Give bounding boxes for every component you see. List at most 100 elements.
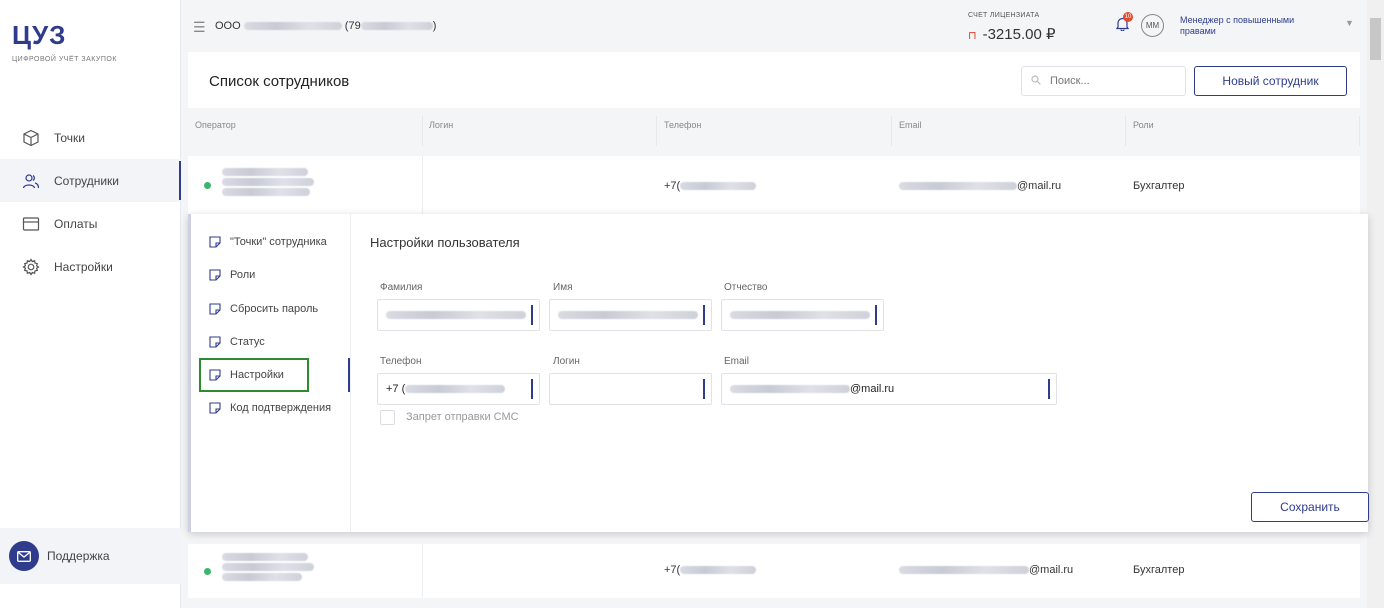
column-divider xyxy=(656,116,657,146)
panel-title: Настройки пользователя xyxy=(370,235,520,250)
employee-role: Бухгалтер xyxy=(1133,564,1185,576)
menu-item-status[interactable]: Статус xyxy=(209,336,265,348)
email-domain: @mail.ru xyxy=(1029,564,1074,576)
menu-item-roles[interactable]: Роли xyxy=(209,269,255,281)
status-dot xyxy=(204,182,211,189)
phone-label: Телефон xyxy=(380,356,422,367)
sidebar-item-label: Настройки xyxy=(54,259,113,274)
column-divider xyxy=(1359,116,1360,146)
employee-phone: +7( xyxy=(664,564,757,576)
save-button[interactable]: Сохранить xyxy=(1251,492,1369,522)
column-divider xyxy=(422,156,423,214)
sidebar-item-label: Сотрудники xyxy=(54,173,119,188)
redacted-text xyxy=(405,385,506,394)
login-field[interactable] xyxy=(549,373,712,405)
menu-icon[interactable]: ☰ xyxy=(193,19,206,36)
org-inn-end: ) xyxy=(432,20,437,32)
redacted-text xyxy=(680,182,757,191)
scrollbar[interactable] xyxy=(1367,0,1384,608)
account-label: СЧЕТ ЛИЦЕНЗИАТА xyxy=(968,12,1040,19)
active-menu-indicator xyxy=(348,358,350,392)
table-row[interactable]: +7( @mail.ru Бухгалтер xyxy=(188,544,1360,598)
employee-role: Бухгалтер xyxy=(1133,180,1185,192)
column-header-phone[interactable]: Телефон xyxy=(664,120,701,130)
table-header: Оператор Логин Телефон Email Роли xyxy=(188,110,1360,148)
redacted-text xyxy=(222,168,308,177)
redacted-text xyxy=(222,178,314,187)
menu-item-settings[interactable]: Настройки xyxy=(209,369,284,381)
new-employee-button[interactable]: Новый сотрудник xyxy=(1194,66,1347,96)
table-row[interactable]: +7( @mail.ru Бухгалтер xyxy=(188,156,1360,214)
menu-item-employee-points[interactable]: "Точки" сотрудника xyxy=(209,236,327,248)
column-header-operator[interactable]: Оператор xyxy=(195,120,236,130)
phone-prefix: +7( xyxy=(664,564,681,576)
support-button[interactable]: Поддержка xyxy=(0,528,181,584)
last-name-label: Фамилия xyxy=(380,282,423,293)
phone-field[interactable]: +7 ( xyxy=(377,373,540,405)
sidebar-item-payments[interactable]: Оплаты xyxy=(0,202,181,245)
email-field[interactable]: @mail.ru xyxy=(721,373,1057,405)
user-role[interactable]: Менеджер с повышенными правами xyxy=(1180,15,1320,37)
sidebar-item-label: Точки xyxy=(54,130,86,145)
redacted-text xyxy=(730,385,850,394)
menu-item-reset-password[interactable]: Сбросить пароль xyxy=(209,303,318,315)
column-divider xyxy=(422,544,423,598)
column-divider xyxy=(422,116,423,146)
phone-prefix: +7 ( xyxy=(386,383,406,395)
column-header-email[interactable]: Email xyxy=(899,120,922,130)
note-icon xyxy=(209,236,221,248)
first-name-field[interactable] xyxy=(549,299,712,331)
sms-block-label: Запрет отправки СМС xyxy=(406,411,519,423)
support-label: Поддержка xyxy=(47,549,110,563)
redacted-text xyxy=(222,573,302,582)
page-header: Список сотрудников Новый сотрудник xyxy=(188,52,1360,108)
redacted-text xyxy=(899,566,1029,575)
account-balance: ⊓ -3215.00 ₽ xyxy=(968,25,1056,43)
sidebar-item-points[interactable]: Точки xyxy=(0,116,181,159)
employee-email: @mail.ru xyxy=(899,564,1073,576)
note-icon xyxy=(209,269,221,281)
redacted-text xyxy=(680,566,757,575)
menu-item-confirmation-code[interactable]: Код подтверждения xyxy=(209,402,331,414)
employee-phone: +7( xyxy=(664,180,757,192)
redacted-text xyxy=(222,553,308,562)
column-header-login[interactable]: Логин xyxy=(429,120,453,130)
status-dot xyxy=(204,568,211,575)
email-domain: @mail.ru xyxy=(1017,180,1062,192)
login-label: Логин xyxy=(553,356,580,367)
notifications-badge: 10 xyxy=(1123,12,1133,22)
sidebar-nav: Точки Сотрудники Оплаты Настройки xyxy=(0,116,181,288)
last-name-field[interactable] xyxy=(377,299,540,331)
sidebar-item-label: Оплаты xyxy=(54,216,98,231)
operator-name xyxy=(222,552,314,582)
organization-name[interactable]: ООО (79) xyxy=(215,20,436,32)
redacted-text xyxy=(386,311,526,320)
sidebar: ЦУЗ ЦИФРОВОЙ УЧЁТ ЗАКУПОК Точки Сотрудни… xyxy=(0,0,181,608)
patronymic-field[interactable] xyxy=(721,299,884,331)
menu-item-label: "Точки" сотрудника xyxy=(230,236,327,248)
column-header-roles[interactable]: Роли xyxy=(1133,120,1154,130)
sidebar-item-settings[interactable]: Настройки xyxy=(0,245,181,288)
notifications-button[interactable]: 10 xyxy=(1115,12,1133,36)
chevron-down-icon[interactable]: ▼ xyxy=(1345,18,1354,28)
app-logo[interactable]: ЦУЗ xyxy=(12,20,66,51)
column-divider xyxy=(891,116,892,146)
redacted-text xyxy=(899,182,1017,191)
app-tagline: ЦИФРОВОЙ УЧЁТ ЗАКУПОК xyxy=(12,56,117,63)
top-bar: ☰ ООО (79) СЧЕТ ЛИЦЕНЗИАТА ⊓ -3215.00 ₽ 1… xyxy=(181,0,1367,50)
users-icon xyxy=(22,172,40,190)
employee-details-panel: "Точки" сотрудника Роли Сбросить пароль … xyxy=(188,214,1369,532)
avatar[interactable]: ММ xyxy=(1141,14,1164,37)
redacted-text xyxy=(222,188,310,197)
patronymic-label: Отчество xyxy=(724,282,768,293)
mail-icon xyxy=(9,541,39,571)
email-label: Email xyxy=(724,356,750,367)
redacted-text xyxy=(243,22,342,31)
sidebar-item-employees[interactable]: Сотрудники xyxy=(0,159,181,202)
employee-email: @mail.ru xyxy=(899,180,1061,192)
sms-block-checkbox[interactable] xyxy=(380,410,395,425)
search-icon xyxy=(1031,75,1041,88)
bookmark-icon: ⊓ xyxy=(968,30,977,42)
search-input[interactable] xyxy=(1021,66,1186,96)
scrollbar-thumb[interactable] xyxy=(1370,18,1381,60)
